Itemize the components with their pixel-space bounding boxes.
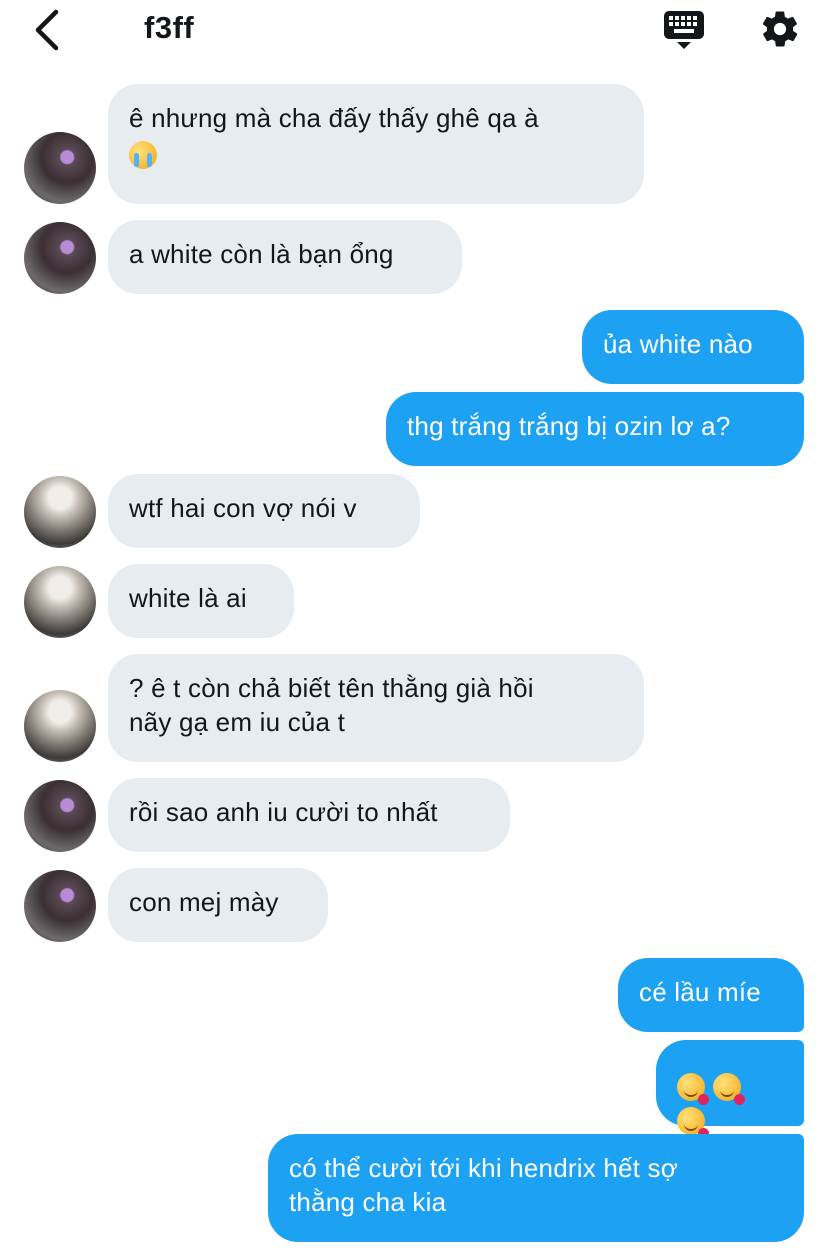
message-text-line: nãy gạ em iu của t [129, 707, 346, 737]
settings-button[interactable] [756, 6, 804, 52]
message-text: ê nhưng mà cha đấy thấy ghê qa à [129, 103, 539, 133]
gear-icon [762, 11, 798, 47]
message-text: ủa white nào [603, 329, 753, 359]
message-bubble-incoming[interactable]: ê nhưng mà cha đấy thấy ghê qa à [108, 84, 644, 204]
message-bubble-incoming[interactable]: white là ai [108, 564, 294, 638]
message-text-line: ? ê t còn chả biết tên thằng già hồi [129, 673, 534, 703]
message-text-line: có thể cười tới khi hendrix hết sợ [289, 1153, 678, 1183]
back-button[interactable] [26, 6, 66, 54]
keyboard-icon [664, 11, 704, 49]
message-text: white là ai [129, 583, 247, 613]
message-text: thg trắng trắng bị ozin lơ a? [407, 411, 731, 441]
message-bubble-outgoing[interactable]: có thể cười tới khi hendrix hết sợ thằng… [268, 1134, 804, 1242]
message-bubble-incoming[interactable]: a white còn là bạn ổng [108, 220, 462, 294]
avatar[interactable] [24, 566, 96, 638]
keyboard-button[interactable] [660, 8, 708, 52]
smiling-face-with-hearts-emoji [713, 1073, 745, 1106]
avatar[interactable] [24, 870, 96, 942]
message-bubble-incoming[interactable]: wtf hai con vợ nói v [108, 474, 420, 548]
message-bubble-outgoing[interactable]: ủa white nào [582, 310, 804, 384]
message-bubble-outgoing[interactable]: cé lầu míe [618, 958, 804, 1032]
message-text: con mej mày [129, 887, 279, 917]
avatar[interactable] [24, 690, 96, 762]
message-bubble-incoming[interactable]: ? ê t còn chả biết tên thằng già hồi nãy… [108, 654, 644, 762]
conversation-title: f3ff [144, 10, 195, 45]
chevron-left-icon [35, 9, 59, 51]
avatar[interactable] [24, 132, 96, 204]
smiling-face-with-hearts-emoji [677, 1107, 709, 1140]
conversation-header: f3ff [0, 0, 828, 62]
message-bubble-incoming[interactable]: con mej mày [108, 868, 328, 942]
avatar[interactable] [24, 780, 96, 852]
message-text: a white còn là bạn ổng [129, 239, 394, 269]
message-text: cé lầu míe [639, 977, 761, 1007]
message-bubble-outgoing[interactable] [656, 1040, 804, 1140]
smiling-face-with-hearts-emoji [677, 1073, 709, 1106]
loudly-crying-face-emoji [129, 141, 157, 169]
message-bubble-outgoing[interactable]: thg trắng trắng bị ozin lơ a? [386, 392, 804, 466]
message-text: wtf hai con vợ nói v [129, 493, 357, 523]
message-text-line: thằng cha kia [289, 1187, 447, 1217]
avatar[interactable] [24, 222, 96, 294]
avatar[interactable] [24, 476, 96, 548]
message-bubble-incoming[interactable]: rồi sao anh iu cười to nhất [108, 778, 510, 852]
message-text: rồi sao anh iu cười to nhất [129, 797, 438, 827]
